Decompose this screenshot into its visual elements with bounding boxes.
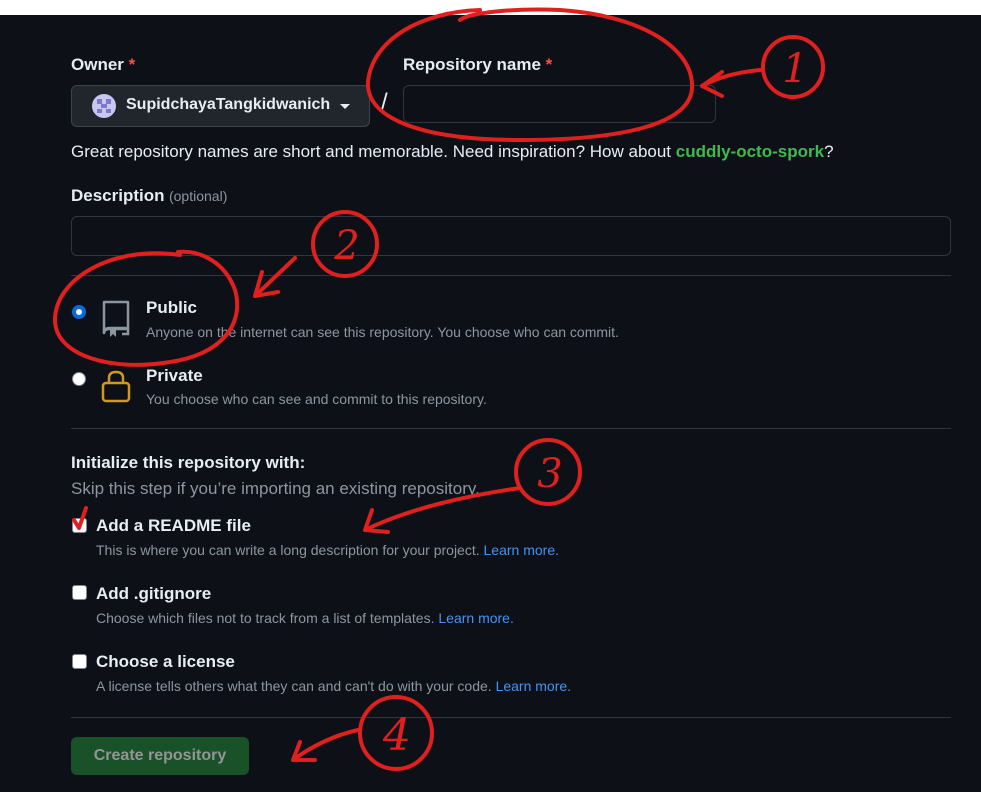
readme-description: This is where you can write a long descr… [96,542,559,558]
description-optional-tag: (optional) [168,188,228,204]
repo-name-input[interactable] [403,85,716,123]
create-repository-label: Create repository [93,747,227,764]
chevron-down-icon [340,104,350,109]
create-repository-button[interactable]: Create repository [71,737,249,775]
repo-icon [100,299,132,337]
readme-desc-text: This is where you can write a long descr… [96,542,480,558]
public-description: Anyone on the internet can see this repo… [146,324,619,340]
description-label: Description (optional) [71,186,227,206]
lock-icon [100,369,132,403]
license-checkbox[interactable] [72,654,87,669]
divider [71,717,951,718]
owner-label-text: Owner [71,55,124,74]
repo-name-label-text: Repository name [403,55,541,74]
gitignore-learn-more-link[interactable]: Learn more. [438,610,513,626]
hint-prefix: Great repository names are short and mem… [71,142,676,161]
gitignore-desc-text: Choose which files not to track from a l… [96,610,435,626]
divider [71,275,951,276]
gitignore-title: Add .gitignore [96,584,212,603]
divider [71,428,951,429]
description-input[interactable] [71,216,951,256]
owner-repo-separator: / [381,89,388,116]
repo-name-required-mark: * [545,55,553,74]
private-description: You choose who can see and commit to thi… [146,391,487,407]
repo-name-label: Repository name * [403,55,552,75]
gitignore-description: Choose which files not to track from a l… [96,610,514,626]
public-title: Public [146,298,198,317]
license-title: Choose a license [96,652,235,671]
license-desc-text: A license tells others what they can and… [96,678,492,694]
owner-label: Owner * [71,55,135,75]
repo-name-hint: Great repository names are short and mem… [71,142,834,162]
public-radio[interactable] [72,305,86,319]
description-label-text: Description [71,186,165,205]
name-suggestion-link[interactable]: cuddly-octo-spork [676,142,824,161]
readme-learn-more-link[interactable]: Learn more. [484,542,559,558]
owner-select[interactable]: SupidchayaTangkidwanich [71,85,370,127]
hint-suffix: ? [824,142,834,161]
owner-value: SupidchayaTangkidwanich [126,96,331,113]
owner-avatar [92,94,116,118]
owner-required-mark: * [128,55,136,74]
gitignore-checkbox[interactable] [72,585,87,600]
license-learn-more-link[interactable]: Learn more. [496,678,571,694]
license-description: A license tells others what they can and… [96,678,571,694]
init-heading: Initialize this repository with: [71,453,306,472]
private-title: Private [146,366,203,385]
readme-checkbox[interactable] [72,518,87,533]
private-radio[interactable] [72,372,86,386]
create-repo-page: Owner * SupidchayaTangkidwanich / Reposi… [0,15,981,792]
init-subheading: Skip this step if you’re importing an ex… [71,479,480,498]
readme-title: Add a README file [96,516,251,535]
